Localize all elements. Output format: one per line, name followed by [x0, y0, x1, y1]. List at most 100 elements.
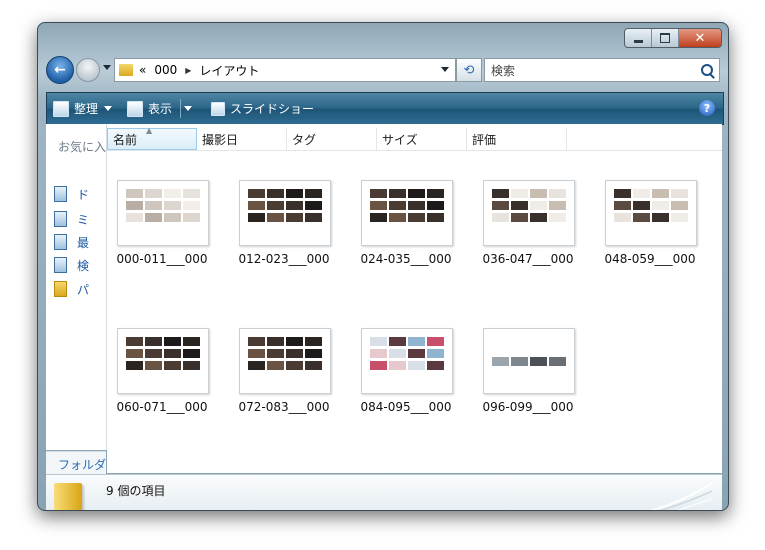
folders-toggle[interactable]: フォルダ — [46, 451, 106, 474]
forward-button[interactable] — [76, 58, 100, 82]
file-list: ▲ 名前 撮影日 タグ サイズ 評価 000-011___000 012-023… — [107, 124, 722, 473]
column-rating[interactable]: 評価 — [467, 128, 567, 150]
view-button[interactable]: 表示 — [127, 93, 172, 124]
maximize-icon — [660, 33, 670, 43]
file-tile[interactable]: 060-071___000 — [107, 328, 217, 438]
thumbnail-cell — [671, 213, 688, 222]
thumbnail-cell — [370, 189, 387, 198]
thumbnail-cell — [370, 349, 387, 358]
file-tile[interactable]: 084-095___000 — [351, 328, 461, 438]
thumbnail-cell — [286, 361, 303, 370]
close-icon: ✕ — [694, 30, 706, 46]
file-tile[interactable]: 036-047___000 — [473, 180, 583, 290]
thumbnail-cell — [511, 201, 528, 210]
recent-icon — [54, 234, 67, 250]
thumbnail-cell — [408, 189, 425, 198]
file-tile[interactable]: 024-035___000 — [351, 180, 461, 290]
thumbnail-cell — [492, 189, 509, 198]
minimize-button[interactable] — [625, 29, 652, 47]
file-name: 000-011___000 — [116, 252, 208, 266]
sidebar-item-label: ド — [77, 187, 90, 202]
recent-pages-dropdown[interactable] — [103, 65, 111, 70]
thumbnail-cell — [614, 213, 631, 222]
sidebar-item-public[interactable]: パ — [54, 279, 106, 299]
thumbnail-mosaic — [370, 189, 444, 222]
help-icon[interactable]: ? — [699, 100, 715, 116]
sidebar-item-search[interactable]: 検 — [54, 255, 106, 275]
close-button[interactable]: ✕ — [679, 29, 721, 47]
refresh-button[interactable]: ⟲ — [456, 58, 482, 82]
thumbnail-cell — [492, 213, 509, 222]
thumbnail-cell — [389, 213, 406, 222]
file-thumbnail — [361, 180, 453, 246]
breadcrumb-overflow[interactable]: « — [139, 63, 146, 77]
file-tile[interactable]: 012-023___000 — [229, 180, 339, 290]
sidebar-item-recent[interactable]: 最 — [54, 232, 106, 252]
file-name: 072-083___000 — [238, 400, 330, 414]
sort-ascending-icon: ▲ — [146, 126, 153, 135]
thumbnail-cell — [305, 349, 322, 358]
refresh-icon: ⟲ — [463, 62, 475, 78]
thumbnail-cell — [305, 213, 322, 222]
column-date-taken[interactable]: 撮影日 — [197, 128, 287, 150]
thumbnail-cell — [183, 349, 200, 358]
file-tile[interactable]: 072-083___000 — [229, 328, 339, 438]
thumbnail-cell — [164, 201, 181, 210]
organize-button[interactable]: 整理 — [53, 93, 113, 124]
column-tags[interactable]: タグ — [287, 128, 377, 150]
thumbnail-cell — [511, 357, 528, 366]
thumbnail-mosaic — [492, 357, 566, 366]
column-label: 名前 — [113, 132, 138, 147]
address-dropdown-icon[interactable] — [441, 67, 449, 72]
breadcrumb-separator-icon[interactable]: ▶ — [185, 66, 191, 75]
thumbnail-cell — [286, 349, 303, 358]
sidebar-item-label: 最 — [77, 235, 90, 250]
address-bar[interactable]: « 000 ▶ レイアウト — [114, 58, 456, 82]
thumbnail-cell — [549, 201, 566, 210]
thumbnail-cell — [530, 189, 547, 198]
thumbnail-cell — [145, 349, 162, 358]
minimize-icon — [633, 39, 643, 43]
search-input[interactable]: 検索 — [484, 58, 720, 82]
maximize-button[interactable] — [652, 29, 679, 47]
thumbnail-cell — [427, 349, 444, 358]
view-dropdown-button[interactable] — [184, 93, 192, 124]
column-name[interactable]: ▲ 名前 — [107, 126, 197, 150]
search-icon[interactable] — [701, 64, 713, 76]
thumbnail-cell — [389, 201, 406, 210]
folders-label: フォルダ — [58, 458, 107, 472]
thumbnail-cell — [492, 201, 509, 210]
sidebar-item-label: 検 — [77, 258, 90, 273]
documents-icon — [54, 186, 67, 202]
slideshow-button[interactable]: スライドショー — [211, 93, 314, 124]
folder-icon — [119, 64, 133, 76]
thumbnail-cell — [427, 189, 444, 198]
sidebar-item-music[interactable]: ミ — [54, 209, 106, 229]
thumbnail-cell — [530, 213, 547, 222]
file-name: 060-071___000 — [116, 400, 208, 414]
file-thumbnail — [117, 328, 209, 394]
thumbnail-mosaic — [370, 337, 444, 370]
chevron-down-icon — [104, 106, 113, 111]
back-button[interactable]: ← — [46, 56, 74, 84]
column-label: サイズ — [382, 132, 418, 147]
sidebar-item-documents[interactable]: ド — [54, 184, 106, 204]
file-tile[interactable]: 048-059___000 — [595, 180, 705, 290]
column-size[interactable]: サイズ — [377, 128, 467, 150]
breadcrumb-000[interactable]: 000 — [154, 63, 177, 77]
thumbnail-cell — [614, 189, 631, 198]
thumbnail-cell — [145, 201, 162, 210]
file-thumbnail — [605, 180, 697, 246]
thumbnail-cell — [427, 337, 444, 346]
command-toolbar: 整理 表示 スライドショー ? — [46, 92, 724, 125]
breadcrumb-layout[interactable]: レイアウト — [199, 62, 259, 79]
thumbnail-cell — [164, 337, 181, 346]
thumbnail-cell — [164, 361, 181, 370]
file-tile[interactable]: 096-099___000 — [473, 328, 583, 438]
file-tile[interactable]: 000-011___000 — [107, 180, 217, 290]
file-thumbnail — [483, 180, 575, 246]
thumbnail-cell — [389, 361, 406, 370]
thumbnail-cell — [248, 213, 265, 222]
column-label: 撮影日 — [202, 132, 239, 147]
thumbnail-cell — [305, 189, 322, 198]
